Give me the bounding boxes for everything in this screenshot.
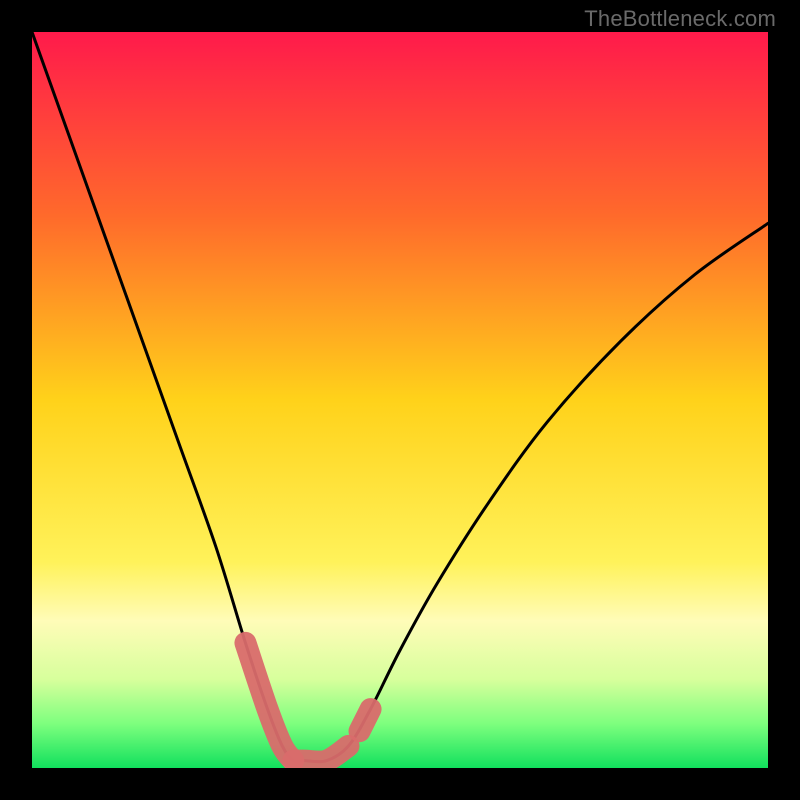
chart-frame: TheBottleneck.com	[0, 0, 800, 800]
highlight-valley-right	[360, 709, 371, 731]
watermark-text: TheBottleneck.com	[584, 6, 776, 32]
bottleneck-chart	[32, 32, 768, 768]
gradient-background	[32, 32, 768, 768]
plot-area	[32, 32, 768, 768]
